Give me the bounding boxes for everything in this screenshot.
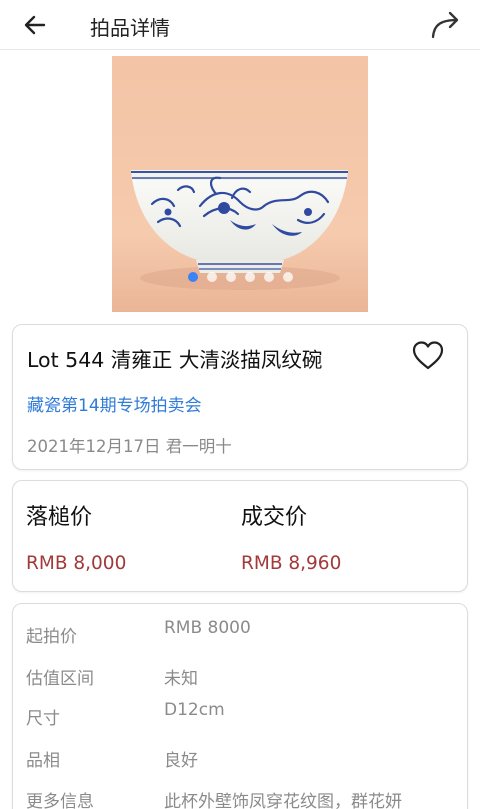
detail-value: D12cm (164, 700, 225, 720)
favorite-button[interactable] (411, 339, 445, 373)
detail-value: RMB 8000 (164, 618, 251, 638)
detail-key: 品相 (26, 751, 60, 771)
page-title: 拍品详情 (90, 16, 170, 40)
detail-key: 尺寸 (26, 709, 60, 729)
carousel-dot-5[interactable] (263, 272, 274, 282)
detail-value: 良好 (164, 751, 198, 771)
auction-session-link[interactable]: 藏瓷第14期专场拍卖会 (27, 391, 202, 416)
top-bar: 拍品详情 (0, 0, 480, 50)
share-button[interactable] (426, 6, 466, 44)
hammer-price-block: 落槌价 RMB 8,000 (26, 499, 126, 574)
hammer-price-value: RMB 8,000 (26, 553, 127, 574)
lot-summary-card: Lot 544 清雍正 大清淡描凤纹碗 藏瓷第14期专场拍卖会 2021年12月… (12, 324, 468, 470)
detail-key: 更多信息 (26, 792, 94, 809)
carousel-dot-3[interactable] (225, 272, 236, 282)
detail-key: 起拍价 (26, 627, 77, 647)
back-button[interactable] (16, 6, 54, 44)
deal-price-block: 成交价 RMB 8,960 (241, 499, 341, 574)
carousel-dot-2[interactable] (206, 272, 217, 282)
detail-value: 未知 (164, 669, 198, 689)
carousel-dot-4[interactable] (244, 272, 255, 282)
carousel-dots (112, 272, 368, 282)
auction-date-seller: 2021年12月17日 君一明十 (27, 437, 232, 456)
detail-value: 此杯外壁饰凤穿花纹图，群花妍 (164, 792, 402, 809)
carousel-dot-6[interactable] (282, 272, 293, 282)
lot-image[interactable] (112, 56, 368, 312)
price-card: 落槌价 RMB 8,000 成交价 RMB 8,960 (12, 480, 468, 592)
detail-key: 估值区间 (26, 669, 94, 689)
details-card: 起拍价 RMB 8000 估值区间 未知 尺寸 D12cm 品相 良好 更多信息… (12, 603, 468, 809)
deal-price-label: 成交价 (241, 505, 308, 530)
app-root: 拍品详情 Lot 544 清雍正 大清淡描凤纹碗 藏瓷第14期专场拍卖会 202… (0, 0, 480, 809)
carousel-dot-1[interactable] (187, 272, 198, 282)
hammer-price-label: 落槌价 (26, 505, 93, 530)
heart-icon (412, 341, 444, 370)
arrow-left-icon (24, 15, 46, 35)
deal-price-value: RMB 8,960 (241, 553, 342, 574)
lot-title: Lot 544 清雍正 大清淡描凤纹碗 (27, 348, 323, 372)
share-arrow-icon (431, 11, 459, 39)
